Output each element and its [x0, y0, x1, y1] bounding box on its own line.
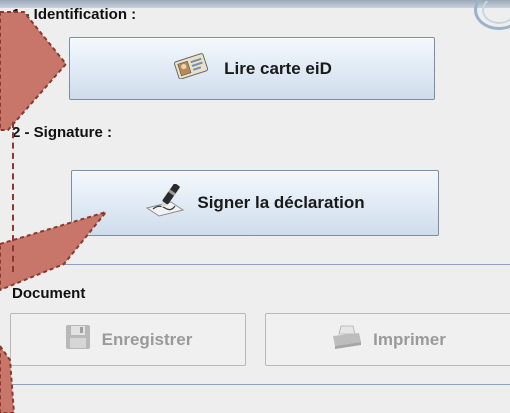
- tutorial-callouts: [0, 11, 109, 413]
- callout-arrow-to-eid-button: [0, 11, 68, 131]
- callout-dashed-line: [12, 122, 14, 272]
- callout-arrow-to-sign-button: [0, 210, 109, 292]
- callout-arrow-bottom-left: [0, 344, 16, 413]
